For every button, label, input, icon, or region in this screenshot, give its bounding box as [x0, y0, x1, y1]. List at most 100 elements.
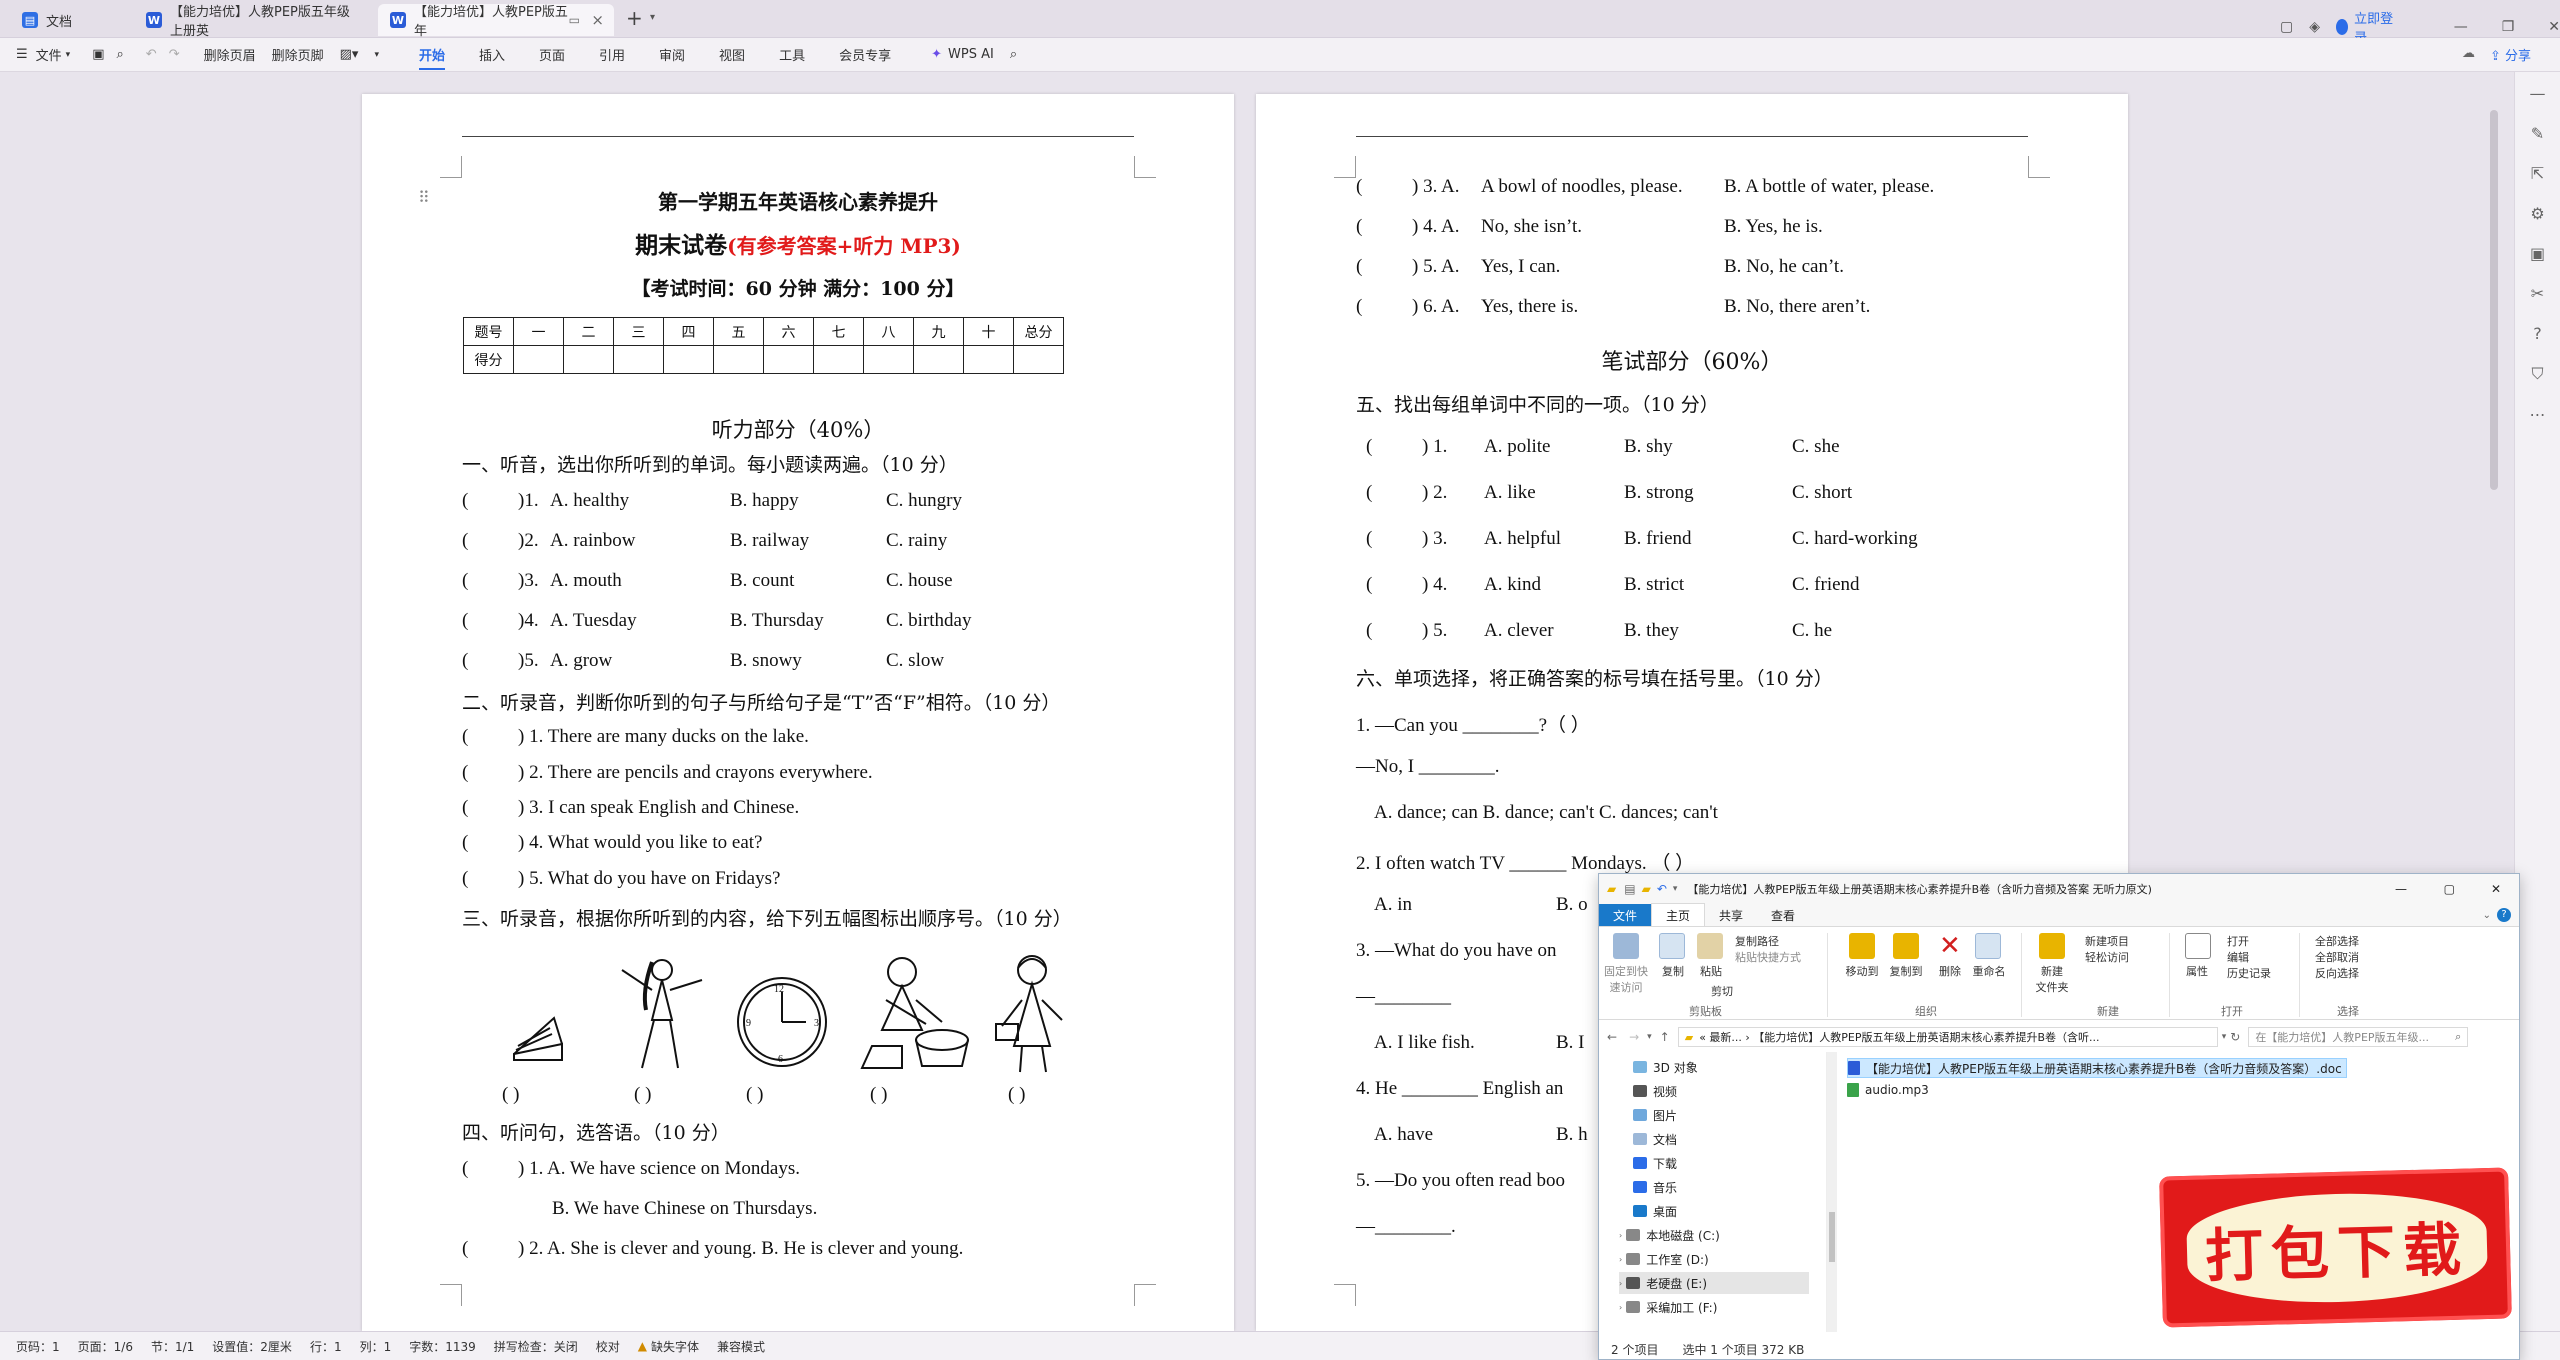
search-input[interactable]: 在【能力培优】人教PEP版五年级... ⌕ [2248, 1027, 2469, 1047]
image-edit-icon[interactable]: ▣ [2530, 244, 2545, 263]
copy-to-button[interactable]: 复制到 [1883, 963, 1929, 979]
rename-button[interactable]: 重命名 [1969, 963, 2009, 979]
chevron-down-icon[interactable]: ▾ [1647, 1032, 1652, 1042]
tab-document-1[interactable]: W 【能力培优】人教PEP版五年级上册英 [134, 4, 374, 39]
score-cell[interactable] [913, 345, 964, 374]
nav-item-drive-f[interactable]: › 采编加工 (F:) [1619, 1296, 1717, 1318]
pen-icon[interactable]: ✎ [2531, 124, 2544, 143]
close-tab-icon[interactable]: × [591, 11, 604, 29]
tab-docs[interactable]: ▤ 文档 [10, 4, 130, 36]
delete-header-button[interactable]: 删除页眉 [204, 45, 256, 64]
quick-access-icon[interactable]: ▤ [1624, 882, 1635, 896]
close-window-icon[interactable]: ✕ [2491, 882, 2501, 896]
chevron-down-icon[interactable]: ▾ [2222, 1032, 2227, 1042]
undo-icon[interactable]: ↶ [1657, 882, 1667, 896]
new-item-button[interactable]: 新建项目 [2085, 933, 2129, 949]
back-icon[interactable]: ← [1607, 1030, 1617, 1044]
tab-review[interactable]: 审阅 [659, 45, 685, 64]
tab-insert[interactable]: 插入 [479, 45, 505, 64]
properties-icon[interactable] [2185, 933, 2211, 959]
delete-button[interactable]: 删除 [1935, 963, 1965, 979]
score-cell[interactable] [763, 345, 814, 374]
tab-home[interactable]: 开始 [418, 45, 445, 70]
search-icon[interactable]: ⌕ [1010, 47, 1017, 62]
select-all-button[interactable]: 全部选择 [2315, 933, 2359, 949]
chevron-down-icon[interactable]: ▾ [650, 12, 655, 23]
paste-icon[interactable] [1697, 933, 1723, 959]
paste-shortcut-button[interactable]: 粘贴快捷方式 [1735, 949, 1801, 965]
answer-blank[interactable]: ( ) [502, 1084, 519, 1106]
monitor-icon[interactable]: ▭ [569, 13, 580, 27]
minimize-icon[interactable]: — [2454, 19, 2468, 35]
score-cell[interactable] [513, 345, 564, 374]
new-tab-icon[interactable]: + [626, 6, 643, 30]
save-icon[interactable]: ▣ [92, 47, 104, 62]
score-cell[interactable] [713, 345, 764, 374]
tab-view[interactable]: 视图 [719, 45, 745, 64]
shield-icon[interactable]: ⛉ [2531, 364, 2543, 384]
file-menu[interactable]: 文件 [36, 45, 62, 64]
download-stamp-badge[interactable]: 打包下载 [2159, 1167, 2512, 1328]
score-cell[interactable] [963, 345, 1014, 374]
search-icon[interactable]: ⌕ [2455, 1030, 2461, 1044]
paste-button[interactable]: 粘贴 [1697, 963, 1725, 979]
delete-icon[interactable]: ✕ [1939, 931, 1961, 961]
more-chevron-icon[interactable]: ▾ [374, 50, 379, 60]
more-icon[interactable]: ⋯ [2530, 405, 2546, 424]
copy-path-button[interactable]: 复制路径 [1735, 933, 1779, 949]
close-window-icon[interactable]: ✕ [2548, 19, 2560, 35]
chevron-down-icon[interactable]: ⌄ [2483, 910, 2491, 921]
explorer-titlebar[interactable]: ▰ ▤ ▰ ↶ ▾ 【能力培优】人教PEP版五年级上册英语期末核心素养提升B卷（… [1599, 874, 2519, 904]
refresh-icon[interactable]: ↻ [2230, 1030, 2240, 1044]
collapse-icon[interactable]: — [2530, 84, 2546, 103]
edit-button[interactable]: 编辑 [2227, 949, 2249, 965]
share-button[interactable]: ⇪ 分享 [2490, 45, 2531, 64]
wps-ai-button[interactable]: WPS AI [948, 47, 994, 62]
chevron-right-icon[interactable]: › [1619, 1303, 1622, 1312]
hamburger-icon[interactable]: ☰ [16, 47, 28, 62]
select-icon[interactable]: ⇱ [2531, 164, 2544, 183]
layout-icon[interactable]: ▢ [2280, 19, 2293, 35]
chevron-right-icon[interactable]: › [1619, 1279, 1622, 1288]
nav-item-drive-e[interactable]: › 老硬盘 (E:) [1619, 1272, 1809, 1294]
help-icon[interactable]: ? [2497, 908, 2511, 922]
vertical-scrollbar[interactable] [2490, 110, 2498, 490]
up-icon[interactable]: ↑ [1660, 1030, 1670, 1044]
undo-icon[interactable]: ↶ [146, 47, 157, 62]
score-cell[interactable] [613, 345, 664, 374]
tab-tools[interactable]: 工具 [779, 45, 805, 64]
status-section[interactable]: 节：1/1 [151, 1338, 194, 1355]
delete-footer-button[interactable]: 删除页脚 [272, 45, 324, 64]
tab-view[interactable]: 查看 [1757, 904, 1809, 927]
answer-blank[interactable]: ( ) [746, 1084, 763, 1106]
new-folder-icon[interactable]: ▰ [1642, 882, 1651, 896]
nav-item-downloads[interactable]: 下载 [1633, 1152, 1677, 1174]
open-button[interactable]: 打开 [2227, 933, 2249, 949]
search-doc-icon[interactable]: ⌕ [117, 47, 124, 62]
pin-button[interactable]: 固定到快 速访问 [1601, 963, 1651, 995]
tab-page[interactable]: 页面 [539, 45, 565, 64]
chevron-down-icon[interactable]: ▾ [1673, 884, 1678, 894]
document-page-1[interactable]: ⠿ 第一学期五年英语核心素养提升 期末试卷(有参考答案+听力 MP3) 【考试时… [362, 94, 1234, 1331]
redo-icon[interactable]: ↷ [169, 47, 180, 62]
tools-icon[interactable]: ✂ [2531, 284, 2544, 303]
score-cell[interactable] [863, 345, 914, 374]
score-cell[interactable] [1013, 345, 1064, 374]
properties-button[interactable]: 属性 [2179, 963, 2215, 979]
nav-item-drive-d[interactable]: › 工作室 (D:) [1619, 1248, 1709, 1270]
nav-item-documents[interactable]: 文档 [1633, 1128, 1677, 1150]
cube-icon[interactable]: ◈ [2309, 19, 2320, 35]
select-none-button[interactable]: 全部取消 [2315, 949, 2359, 965]
chevron-down-icon[interactable]: ▾ [66, 50, 71, 60]
help-icon[interactable]: ? [2533, 324, 2542, 343]
address-bar[interactable]: ▰ « 最新... › 【能力培优】人教PEP版五年级上册英语期末核心素养提升B… [1677, 1027, 2218, 1047]
format-icon[interactable]: ▨▾ [340, 47, 359, 62]
status-page-number[interactable]: 页码：1 [16, 1338, 60, 1355]
tab-member[interactable]: 会员专享 [839, 45, 891, 64]
score-cell[interactable] [813, 345, 864, 374]
chevron-right-icon[interactable]: › [1619, 1255, 1622, 1264]
copy-icon[interactable] [1659, 933, 1685, 959]
minimize-icon[interactable]: — [2395, 882, 2407, 896]
status-spellcheck[interactable]: 拼写检查：关闭 [494, 1338, 578, 1355]
nav-item-videos[interactable]: 视频 [1633, 1080, 1677, 1102]
